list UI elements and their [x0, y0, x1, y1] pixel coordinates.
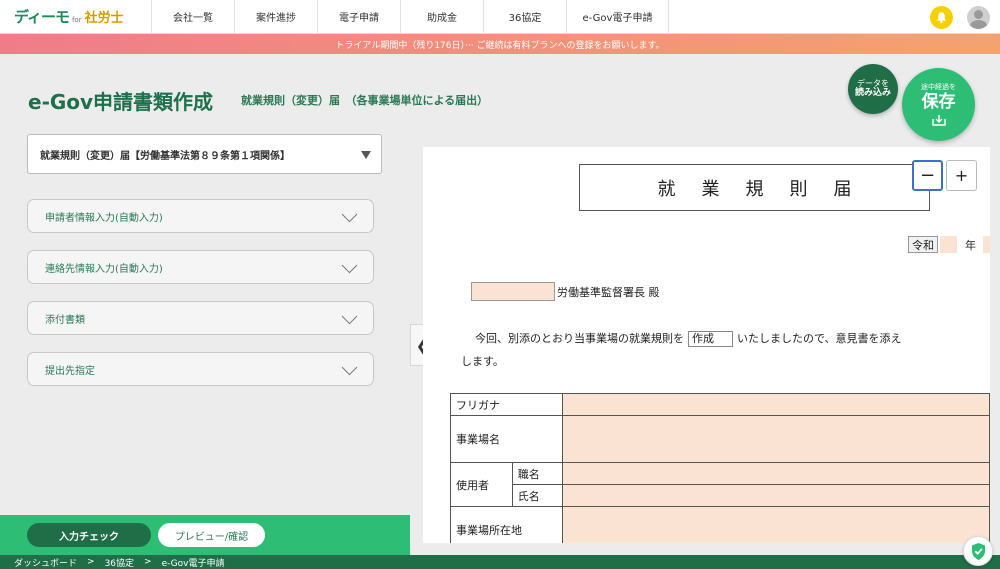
office-info-table: フリガナ 事業場名 使用者 職名 氏名 事業場所在地: [450, 393, 990, 543]
shield-check-icon: [971, 542, 985, 560]
form-type-select-value: 就業規則（変更）届【労働基準法第８９条第１項関係】: [40, 150, 290, 162]
month-field[interactable]: [983, 236, 990, 253]
load-data-button[interactable]: データを 読み込み: [848, 64, 898, 114]
load-data-label-1: データを: [857, 78, 889, 88]
accordion-attachments[interactable]: 添付書類: [27, 301, 374, 335]
paragraph-post: いたしましたので、意見書を添え: [737, 332, 902, 345]
form-type-select[interactable]: 就業規則（変更）届【労働基準法第８９条第１項関係】: [27, 134, 382, 174]
brand-for-text: for: [71, 16, 82, 24]
download-icon: [931, 114, 946, 126]
accordion-label: 添付書類: [45, 314, 85, 326]
page-title: e-Gov申請書類作成: [28, 90, 214, 114]
zoom-out-button[interactable]: −: [912, 160, 943, 191]
document-title: 就業規則届: [579, 164, 930, 211]
furigana-field[interactable]: [561, 393, 990, 416]
breadcrumb-dashboard[interactable]: ダッシュボード: [14, 556, 77, 569]
office-name-label: 事業場名: [450, 415, 563, 463]
security-shield-button[interactable]: [963, 536, 993, 566]
declaration-paragraph: 今回、別添のとおり当事業場の就業規則を 作成 いたしましたので、意見書を添え: [475, 330, 902, 347]
preview-button[interactable]: プレビュー/確認: [158, 523, 265, 547]
job-title-label: 職名: [511, 462, 563, 485]
name-label: 氏名: [511, 484, 563, 507]
zoom-in-button[interactable]: +: [946, 160, 977, 191]
office-address-label: 事業場所在地: [450, 506, 563, 543]
accordion-applicant-info[interactable]: 申請者情報入力(自動入力): [27, 199, 374, 233]
save-label-1: 途中経過を: [921, 83, 956, 92]
dropdown-arrow-icon: [361, 151, 371, 159]
load-data-label-2: 読み込み: [854, 88, 891, 99]
accordion-submission-target[interactable]: 提出先指定: [27, 352, 374, 386]
brand-sub-text: 社労士: [84, 11, 124, 26]
page-subtitle: 就業規則（変更）届 （各事業場単位による届出）: [241, 94, 489, 107]
creation-type-field[interactable]: 作成: [688, 331, 733, 347]
top-navigation: ディーモ for 社労士 会社一覧 案件進捗 電子申請 助成金 36協定 e-G…: [0, 0, 1000, 34]
era-year-field[interactable]: [940, 236, 957, 253]
chevron-down-icon: [341, 206, 358, 223]
nav-item-e-application[interactable]: 電子申請: [318, 0, 401, 33]
office-address-field[interactable]: [561, 506, 990, 543]
breadcrumb-separator: >: [87, 557, 95, 567]
input-check-button[interactable]: 入力チェック: [27, 523, 151, 547]
year-label: 年: [965, 239, 976, 252]
nav-item-companies[interactable]: 会社一覧: [152, 0, 235, 33]
nav-item-36-agreement[interactable]: 36協定: [484, 0, 567, 33]
labor-office-field[interactable]: [471, 282, 555, 301]
breadcrumb-egov: e-Gov電子申請: [161, 558, 225, 569]
paragraph-line2: します。: [461, 355, 504, 368]
office-name-field[interactable]: [561, 415, 990, 463]
accordion-label: 連絡先情報入力(自動入力): [45, 263, 163, 275]
nav-item-subsidy[interactable]: 助成金: [401, 0, 484, 33]
labor-office-suffix: 労働基準監督署長 殿: [557, 286, 660, 299]
chevron-down-icon: [341, 308, 358, 325]
brand-logo-text: ディーモ: [14, 8, 70, 26]
breadcrumb-36-agreement[interactable]: 36協定: [105, 556, 134, 569]
avatar[interactable]: [967, 6, 990, 29]
job-title-field[interactable]: [561, 462, 990, 485]
employer-label: 使用者: [450, 462, 513, 507]
document-preview: 就業規則届 − + 令和 年 労働基準監督署長 殿 今回、別添のとおり当事業場の…: [423, 147, 990, 543]
furigana-label: フリガナ: [450, 393, 563, 416]
bell-icon[interactable]: [930, 6, 953, 29]
accordion-label: 提出先指定: [45, 365, 95, 377]
name-field[interactable]: [561, 484, 990, 507]
accordion-contact-info[interactable]: 連絡先情報入力(自動入力): [27, 250, 374, 284]
nav-item-case-progress[interactable]: 案件進捗: [235, 0, 318, 33]
breadcrumb: ダッシュボード > 36協定 > e-Gov電子申請: [0, 555, 1000, 569]
brand-logo[interactable]: ディーモ for 社労士: [0, 0, 152, 33]
paragraph-pre: 今回、別添のとおり当事業場の就業規則を: [475, 332, 684, 345]
chevron-down-icon: [341, 257, 358, 274]
trial-banner: トライアル期間中（残り176日）··· ご継続は有料プランへの登録をお願いします…: [0, 34, 1000, 54]
save-progress-button[interactable]: 途中経過を 保存: [902, 68, 975, 141]
accordion-label: 申請者情報入力(自動入力): [45, 212, 163, 224]
save-label-2: 保存: [921, 92, 956, 113]
era-select[interactable]: 令和: [908, 236, 938, 253]
breadcrumb-separator: >: [144, 557, 152, 567]
nav-item-egov[interactable]: e-Gov電子申請: [567, 0, 669, 33]
chevron-down-icon: [341, 359, 358, 376]
